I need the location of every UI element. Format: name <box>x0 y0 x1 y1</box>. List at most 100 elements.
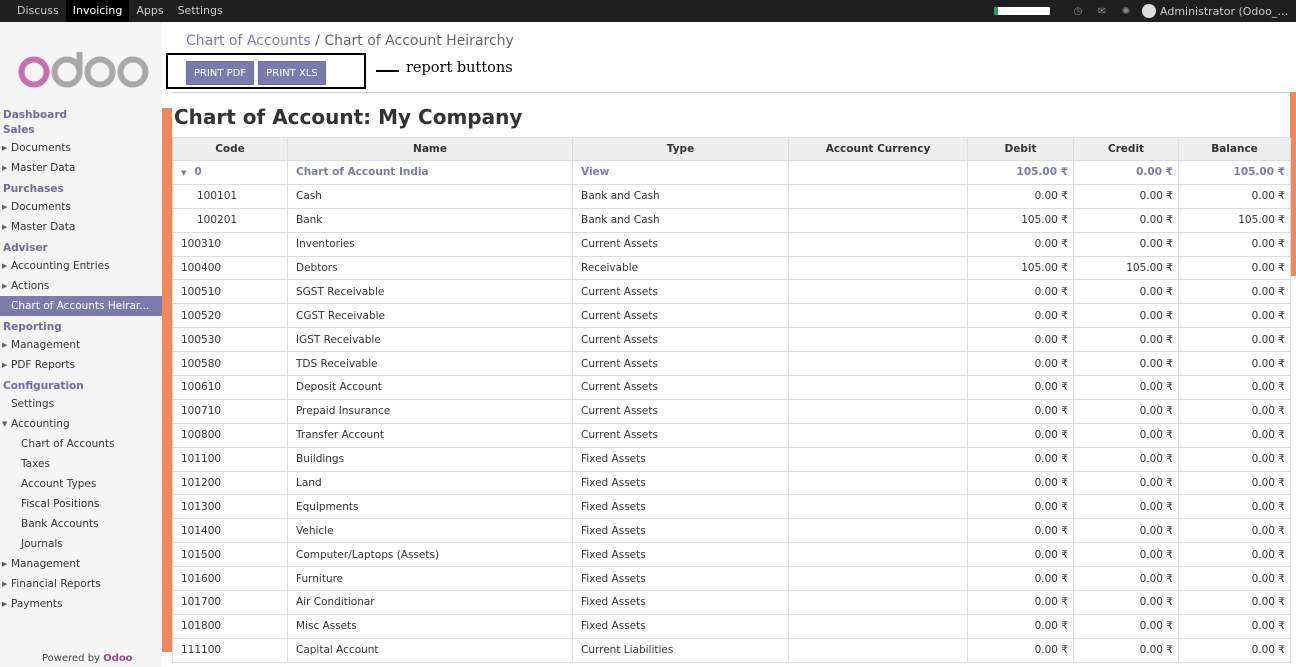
sidebar-item-purchases-master-data[interactable]: ▶ Master Data <box>0 217 162 237</box>
caret-right-icon: ▶ <box>2 560 8 568</box>
cell-code: 100510 <box>172 279 288 305</box>
table-row[interactable]: 101700 Air Conditionar Fixed Assets 0.00 ₹0… <box>172 590 1291 615</box>
table-row[interactable]: 100800 Transfer Account Current Assets 0.00… <box>172 422 1291 448</box>
sidebar-item-journals[interactable]: Journals <box>0 534 162 554</box>
sidebar-item-financial-reports[interactable]: ▶ Financial Reports <box>0 574 162 594</box>
cell-currency <box>788 446 968 472</box>
cell-type: Bank and Cash <box>572 207 789 233</box>
sidebar-section-adviser[interactable]: Adviser <box>0 241 162 256</box>
cell-credit: 0.00 ₹ <box>1073 183 1179 209</box>
menu-apps[interactable]: Apps <box>129 0 170 22</box>
sidebar-item-account-types[interactable]: Account Types <box>0 474 162 494</box>
sidebar-item-reporting-management[interactable]: ▶ Management <box>0 335 162 355</box>
cell-debit: 105.00 ₹ <box>967 160 1074 185</box>
table-row[interactable]: 100580 TDS Receivable Current Assets 0.00 ₹… <box>172 351 1291 377</box>
sidebar-item-bank-accounts[interactable]: Bank Accounts <box>0 514 162 534</box>
cell-currency <box>788 590 968 615</box>
table-row[interactable]: ▼ 0 Chart of Account India View 105.00 ₹0.00… <box>172 160 1291 185</box>
cell-debit: 0.00 ₹ <box>967 398 1074 424</box>
table-row[interactable]: 101500 Computer/Laptops (Assets) Fixed Ass… <box>172 542 1291 568</box>
sidebar-item-taxes[interactable]: Taxes <box>0 454 162 474</box>
sidebar-item-chart-of-accounts-heirarchy[interactable]: Chart of Accounts Heirar... <box>0 296 162 316</box>
sidebar-item-sales-master-data[interactable]: ▶ Master Data <box>0 158 162 178</box>
cell-name: Prepaid Insurance <box>287 398 573 424</box>
sidebar-item-payments[interactable]: ▶ Payments <box>0 594 162 614</box>
chat-icon[interactable]: ✉ <box>1090 6 1114 17</box>
avatar[interactable] <box>1142 4 1156 18</box>
cell-currency <box>788 327 968 353</box>
clock-icon[interactable]: ◷ <box>1066 6 1090 17</box>
cell-type: Fixed Assets <box>572 470 789 496</box>
cell-currency <box>788 637 968 663</box>
sidebar-section-reporting[interactable]: Reporting <box>0 320 162 335</box>
menu-settings[interactable]: Settings <box>171 0 230 22</box>
cell-currency <box>788 279 968 305</box>
cell-type: Current Assets <box>572 375 789 400</box>
table-row[interactable]: 100520 CGST Receivable Current Assets 0.00 … <box>172 303 1291 329</box>
sidebar-item-chart-of-accounts[interactable]: Chart of Accounts <box>0 434 162 454</box>
cell-name: Computer/Laptops (Assets) <box>287 542 573 568</box>
cell-type: Fixed Assets <box>572 613 789 639</box>
user-menu[interactable]: Administrator (Odoo_1... <box>1160 5 1296 18</box>
sidebar-item-accounting[interactable]: ▼ Accounting <box>0 414 162 434</box>
sidebar-item-actions[interactable]: ▶ Actions <box>0 276 162 296</box>
sidebar-item-purchases-documents[interactable]: ▶ Documents <box>0 197 162 217</box>
menu-discuss[interactable]: Discuss <box>10 0 66 22</box>
bug-icon[interactable]: ✺ <box>1114 6 1138 17</box>
table-row[interactable]: 100530 IGST Receivable Current Assets 0.00 … <box>172 327 1291 353</box>
table-row[interactable]: 101400 Vehicle Fixed Assets 0.00 ₹0.00 ₹0.0… <box>172 518 1291 544</box>
cell-credit: 0.00 ₹ <box>1073 494 1179 520</box>
cell-currency <box>788 422 968 448</box>
sidebar: Dashboard Sales ▶ Documents ▶ Master Data … <box>0 22 162 667</box>
table-row[interactable]: 100710 Prepaid Insurance Current Assets 0.0… <box>172 398 1291 424</box>
table-row[interactable]: 111100 Capital Account Current Liabilities… <box>172 637 1291 663</box>
caret-right-icon: ▶ <box>2 262 8 270</box>
sidebar-item-settings[interactable]: Settings <box>0 394 162 414</box>
cell-name: Land <box>287 470 573 496</box>
caret-right-icon: ▶ <box>2 203 8 211</box>
expand-caret-icon[interactable]: ▼ <box>181 169 186 177</box>
breadcrumb-current: Chart of Account Heirarchy <box>324 33 514 49</box>
breadcrumb-chart-of-accounts[interactable]: Chart of Accounts <box>186 33 311 49</box>
cell-type: Bank and Cash <box>572 183 789 209</box>
col-type: Type <box>572 137 789 161</box>
cell-debit: 0.00 ₹ <box>967 494 1074 520</box>
powered-by-link[interactable]: Odoo <box>103 653 132 664</box>
table-row[interactable]: 101800 Misc Assets Fixed Assets 0.00 ₹0.00 … <box>172 613 1291 639</box>
table-row[interactable]: 100310 Inventories Current Assets 0.00 ₹0.0… <box>172 231 1291 257</box>
cell-type: Current Assets <box>572 351 789 377</box>
cell-currency <box>788 613 968 639</box>
sidebar-section-purchases[interactable]: Purchases <box>0 182 162 197</box>
cell-debit: 0.00 ₹ <box>967 375 1074 400</box>
cell-type: Current Assets <box>572 303 789 329</box>
table-row[interactable]: 101600 Furniture Fixed Assets 0.00 ₹0.00 ₹0… <box>172 566 1291 592</box>
sidebar-section-configuration[interactable]: Configuration <box>0 379 162 394</box>
table-row[interactable]: 100510 SGST Receivable Current Assets 0.00 … <box>172 279 1291 305</box>
cell-currency <box>788 160 968 185</box>
menu-invoicing[interactable]: Invoicing <box>65 0 130 22</box>
odoo-logo[interactable] <box>16 50 152 93</box>
cell-balance: 0.00 ₹ <box>1178 637 1291 663</box>
table-row[interactable]: 101300 Equipments Fixed Assets 0.00 ₹0.00 ₹… <box>172 494 1291 520</box>
table-row[interactable]: 100201 Bank Bank and Cash 105.00 ₹0.00 ₹105… <box>172 207 1291 233</box>
sidebar-item-sales-documents[interactable]: ▶ Documents <box>0 138 162 158</box>
report-title: Chart of Account: My Company <box>174 105 523 129</box>
table-row[interactable]: 100101 Cash Bank and Cash 0.00 ₹0.00 ₹0.00 … <box>172 183 1291 209</box>
loading-indicator <box>994 7 1050 15</box>
sidebar-item-pdf-reports[interactable]: ▶ PDF Reports <box>0 355 162 375</box>
cell-debit: 0.00 ₹ <box>967 470 1074 496</box>
print-pdf-button[interactable]: PRINT PDF <box>186 61 254 85</box>
cell-credit: 0.00 ₹ <box>1073 303 1179 329</box>
table-row[interactable]: 100610 Deposit Account Current Assets 0.00 … <box>172 375 1291 400</box>
sidebar-item-fiscal-positions[interactable]: Fiscal Positions <box>0 494 162 514</box>
table-row[interactable]: 100400 Debtors Receivable 105.00 ₹105.00 ₹0… <box>172 255 1291 281</box>
cell-debit: 0.00 ₹ <box>967 613 1074 639</box>
print-xls-button[interactable]: PRINT XLS <box>258 61 326 85</box>
table-row[interactable]: 101200 Land Fixed Assets 0.00 ₹0.00 ₹0.00 ₹ <box>172 470 1291 496</box>
table-row[interactable]: 101100 Buildings Fixed Assets 0.00 ₹0.00 ₹0… <box>172 446 1291 472</box>
cell-code: 111100 <box>172 637 288 663</box>
sidebar-item-accounting-entries[interactable]: ▶ Accounting Entries <box>0 256 162 276</box>
sidebar-dashboard[interactable]: Dashboard <box>0 108 162 123</box>
sidebar-section-sales[interactable]: Sales <box>0 123 162 138</box>
sidebar-item-config-management[interactable]: ▶ Management <box>0 554 162 574</box>
